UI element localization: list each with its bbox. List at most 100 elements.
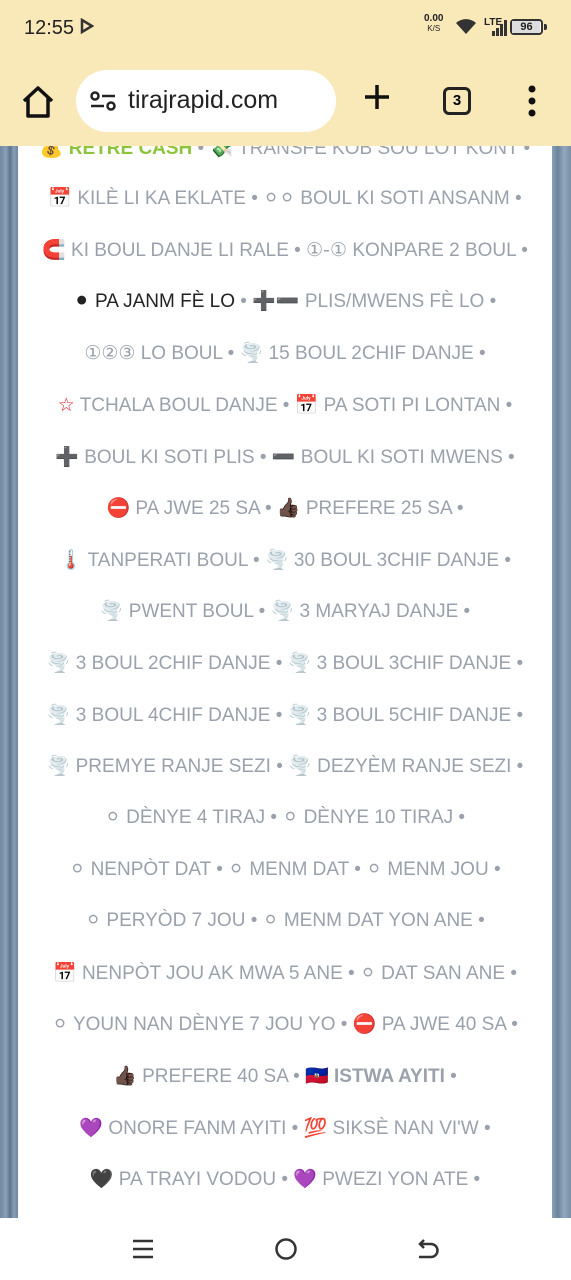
menu-link[interactable]: ⚪ YOUN NAN DÈNYE 7 JOU YO (52, 1013, 335, 1035)
menu-link-label: ISTWA AYITI (334, 1066, 445, 1087)
back-button[interactable] (415, 1237, 441, 1265)
menu-link[interactable]: ⚪ NENPÒT DAT (69, 858, 211, 880)
separator-dot: • (245, 188, 264, 209)
menu-link[interactable]: 🌪️ 3 BOUL 4CHIF DANJE (47, 704, 271, 726)
menu-link-icon: 🌪️ (46, 755, 71, 777)
menu-link-label: 3 BOUL 5CHIF DANJE (316, 705, 512, 726)
menu-link[interactable]: ⚪ MENM DAT (228, 858, 349, 880)
more-vert-icon (528, 85, 536, 117)
tab-switcher-button[interactable]: 3 (443, 87, 471, 115)
menu-link-label: NENPÒT JOU AK MWA 5 ANE (81, 963, 343, 984)
menu-link[interactable]: ⚪ PERYÒD 7 JOU (85, 909, 245, 931)
menu-link[interactable]: 📅 PA SOTI PI LONTAN (294, 394, 501, 416)
home-button[interactable] (20, 84, 56, 120)
separator-dot: • (499, 550, 512, 571)
separator-dot: • (287, 1066, 306, 1087)
menu-link[interactable]: ⚪ DAT SAN ANE (360, 962, 505, 984)
menu-row: 🌪️ PREMYE RANJE SEZI • 🌪️ DEZYÈM RANJE S… (18, 754, 552, 778)
separator-dot: • (276, 1169, 294, 1190)
separator-dot: • (458, 601, 471, 622)
menu-link[interactable]: 🖤 PA TRAYI VODOU (90, 1168, 276, 1190)
menu-row: ⚪ PERYÒD 7 JOU • ⚪ MENM DAT YON ANE • (18, 909, 552, 932)
menu-link-icon: ☆ (57, 394, 75, 416)
menu-link[interactable]: ⚪⚪ BOUL KI SOTI ANSANM (263, 187, 510, 209)
menu-link[interactable]: ➕➖ PLIS/MWENS FÈ LO (252, 290, 484, 312)
address-bar[interactable]: tirajrapid.com (76, 70, 336, 132)
menu-row: 📅 NENPÒT JOU AK MWA 5 ANE • ⚪ DAT SAN AN… (18, 961, 552, 985)
menu-link-label: NENPÒT DAT (90, 859, 211, 880)
menu-row: 🌪️ 3 BOUL 2CHIF DANJE • 🌪️ 3 BOUL 3CHIF … (18, 651, 552, 675)
separator-dot: • (468, 1169, 481, 1190)
signal-icon (492, 20, 508, 40)
menu-link[interactable]: ⚪ MENM JOU (366, 858, 489, 880)
menu-link-icon: 🌪️ (270, 600, 295, 622)
menu-link[interactable]: 🌪️ 3 BOUL 5CHIF DANJE (288, 704, 512, 726)
menu-link-icon: 💰 (39, 146, 64, 159)
separator-dot: • (484, 291, 497, 312)
menu-link[interactable]: ①-① KONPARE 2 BOUL (306, 239, 516, 261)
menu-link[interactable]: 🌪️ 3 BOUL 3CHIF DANJE (287, 652, 512, 674)
separator-dot: • (488, 859, 501, 880)
menu-link[interactable]: 🌪️ DEZYÈM RANJE SEZI (288, 755, 511, 777)
menu-link[interactable]: 📅 NENPÒT JOU AK MWA 5 ANE (53, 962, 343, 984)
menu-link[interactable]: ①②③ LO BOUL (84, 342, 222, 364)
separator-dot: • (245, 910, 263, 931)
separator-dot: • (259, 498, 277, 519)
menu-link[interactable]: 💜 ONORE FANM AYITI (79, 1117, 287, 1139)
menu-link[interactable]: 🌪️ 15 BOUL 2CHIF DANJE (239, 342, 474, 364)
menu-link[interactable]: ➕ BOUL KI SOTI PLIS (55, 446, 254, 468)
menu-link[interactable]: 🧲 KI BOUL DANJE LI RALE (42, 239, 289, 261)
menu-link[interactable]: ➖ BOUL KI SOTI MWENS (272, 446, 503, 468)
menu-link[interactable]: ⛔ PA JWE 25 SA (106, 497, 259, 519)
separator-dot: • (511, 756, 524, 777)
menu-link[interactable]: 💜 PWEZI YON ATE (293, 1168, 468, 1190)
url-text[interactable]: tirajrapid.com (128, 86, 278, 115)
separator-dot: • (265, 807, 283, 828)
menu-link-label: MENM JOU (387, 859, 489, 880)
more-menu-button[interactable] (525, 84, 539, 118)
network-speed-unit: K/S (427, 24, 441, 33)
menu-link[interactable]: 💯 SIKSÈ NAN VI'W (304, 1117, 479, 1139)
menu-link-icon: 🌪️ (239, 342, 264, 364)
menu-link-icon: 📅 (48, 187, 73, 209)
menu-link[interactable]: 📅 KILÈ LI KA EKLATE (48, 187, 246, 209)
menu-link[interactable]: 🌪️ PREMYE RANJE SEZI (46, 755, 271, 777)
system-home-button[interactable] (274, 1237, 298, 1265)
menu-link-label: PREFERE 25 SA (305, 498, 452, 519)
recents-button[interactable] (131, 1238, 155, 1264)
menu-link[interactable]: 🌡️ TANPERATI BOUL (59, 549, 248, 571)
menu-link[interactable]: ⚫ PA JANM FÈ LO (74, 290, 235, 312)
separator-dot: • (192, 146, 210, 159)
menu-link-icon: 🌪️ (264, 549, 289, 571)
menu-link[interactable]: 🌪️ 30 BOUL 3CHIF DANJE (264, 549, 499, 571)
wifi-icon (455, 19, 477, 39)
menu-link[interactable]: ⚪ DÈNYE 4 TIRAJ (105, 806, 265, 828)
menu-row: ⚪ NENPÒT DAT • ⚪ MENM DAT • ⚪ MENM JOU • (18, 858, 552, 881)
new-tab-button[interactable] (362, 82, 392, 112)
menu-link-icon: 💜 (79, 1117, 104, 1139)
recents-icon (133, 1239, 153, 1259)
menu-link-icon: ⚪ (69, 858, 86, 880)
menu-link[interactable]: ⛔ PA JWE 40 SA (353, 1013, 506, 1035)
menu-link-icon: 🌪️ (287, 652, 312, 674)
menu-link[interactable]: 👍🏿 PREFERE 40 SA (113, 1065, 288, 1087)
menu-link-label: ONORE FANM AYITI (108, 1118, 287, 1139)
menu-link[interactable]: 🇭🇹 ISTWA AYITI (305, 1065, 445, 1087)
menu-link-icon: 📅 (294, 394, 319, 416)
menu-link[interactable]: 🌪️ PWENT BOUL (100, 600, 254, 622)
menu-link[interactable]: ⚪ MENM DAT YON ANE (263, 909, 473, 931)
menu-row: 🌪️ PWENT BOUL • 🌪️ 3 MARYAJ DANJE • (18, 599, 552, 623)
separator-dot: • (444, 1066, 457, 1087)
separator-dot: • (509, 188, 522, 209)
site-settings-icon[interactable] (90, 90, 116, 116)
menu-link[interactable]: ⚪ DÈNYE 10 TIRAJ (282, 806, 454, 828)
menu-link[interactable]: 👍🏿 PREFERE 25 SA (277, 497, 452, 519)
menu-link[interactable]: 💰 RETRE CASH (40, 146, 192, 159)
menu-link[interactable]: 🌪️ 3 BOUL 2CHIF DANJE (47, 652, 271, 674)
battery-icon: 96 (510, 19, 543, 35)
menu-link[interactable]: ☆ TCHALA BOUL DANJE (57, 394, 278, 416)
menu-link-icon: ⚪⚪ (263, 187, 295, 209)
menu-link[interactable]: 💸 TRANSFE KOB SOU LOT KONT (210, 146, 519, 159)
menu-link[interactable]: 🌪️ 3 MARYAJ DANJE (270, 600, 459, 622)
menu-link-label: DÈNYE 10 TIRAJ (303, 807, 454, 828)
